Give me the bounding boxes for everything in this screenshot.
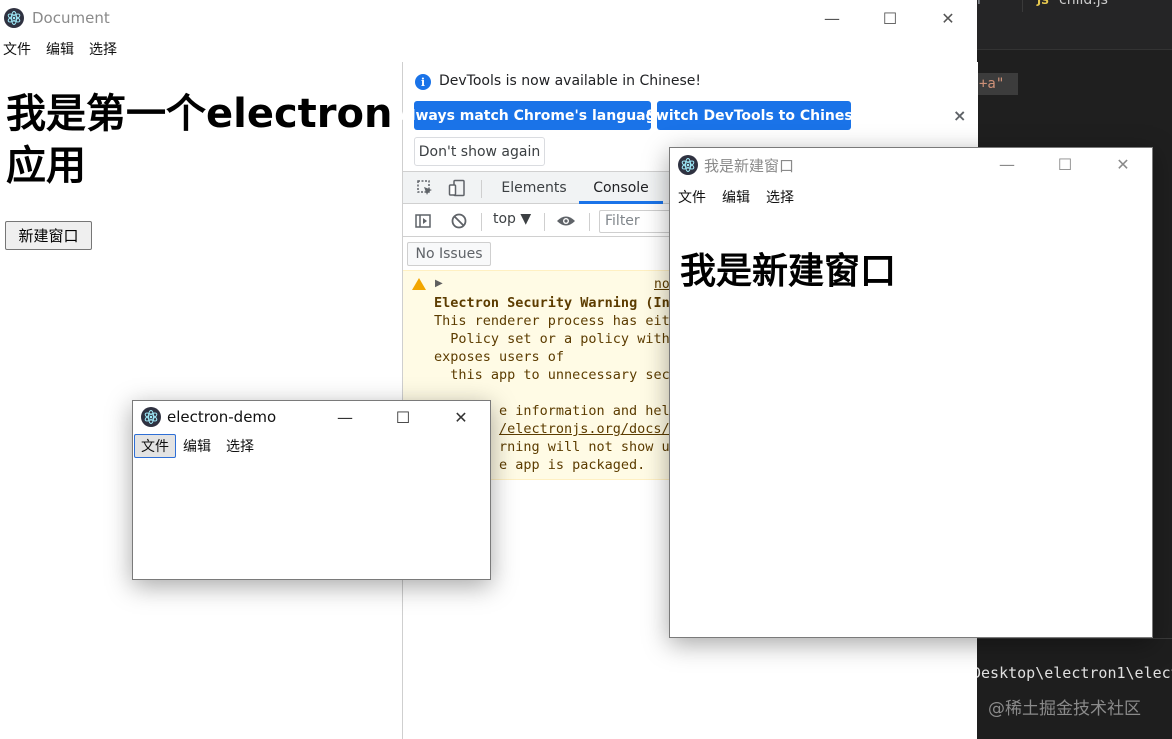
toolbar-divider xyxy=(589,213,590,231)
menu-edit[interactable]: 编辑 xyxy=(183,436,211,456)
issues-button[interactable]: No Issues xyxy=(407,242,491,266)
electron-app-icon xyxy=(678,155,698,175)
eye-icon[interactable] xyxy=(556,211,576,231)
toolbar-divider xyxy=(481,180,482,198)
close-button[interactable]: ✕ xyxy=(919,0,977,36)
child-page-heading: 我是新建窗口 xyxy=(680,251,897,292)
demo-window-title: electron-demo xyxy=(167,408,277,426)
editor-code-fragment: +a" xyxy=(977,73,1018,95)
editor-tab-child-js[interactable]: JS child.js xyxy=(1022,0,1172,12)
tab-console[interactable]: Console xyxy=(579,172,663,204)
tab-elements[interactable]: Elements xyxy=(491,172,577,204)
electron-app-icon xyxy=(4,8,24,28)
maximize-button[interactable]: ☐ xyxy=(1036,148,1094,180)
maximize-button[interactable]: ☐ xyxy=(861,0,919,36)
menu-edit[interactable]: 编辑 xyxy=(722,187,750,207)
electron-app-icon xyxy=(141,407,161,427)
banner-message: DevTools is now available in Chinese! xyxy=(439,73,701,89)
child-titlebar[interactable]: 我是新建窗口 — ☐ ✕ xyxy=(670,148,1152,182)
editor-tab-partial[interactable]: r xyxy=(977,0,1017,10)
close-button[interactable]: ✕ xyxy=(1094,148,1152,180)
main-menubar: 文件 编辑 选择 xyxy=(0,36,977,62)
page-heading: 我是第一个electron应用 xyxy=(6,91,393,189)
menu-file[interactable]: 文件 xyxy=(3,39,31,59)
menu-select[interactable]: 选择 xyxy=(766,187,794,207)
js-file-icon: JS xyxy=(1037,0,1050,7)
info-icon: i xyxy=(415,74,431,90)
menu-edit[interactable]: 编辑 xyxy=(46,39,74,59)
menu-file[interactable]: 文件 xyxy=(134,434,176,458)
warning-line: Policy set or a policy with xyxy=(434,331,670,347)
terminal-panel xyxy=(977,638,1172,739)
warning-line: exposes users of xyxy=(434,349,565,365)
minimize-button[interactable]: — xyxy=(316,401,374,433)
warning-title: Electron Security Warning (In xyxy=(434,295,670,311)
menu-select[interactable]: 选择 xyxy=(89,39,117,59)
close-button[interactable]: ✕ xyxy=(432,401,490,433)
electron-demo-window: electron-demo — ☐ ✕ 文件 编辑 选择 xyxy=(132,400,491,580)
watermark: @稀土掘金技术社区 xyxy=(988,699,1141,719)
menu-file[interactable]: 文件 xyxy=(678,187,706,207)
docs-link[interactable]: /electronjs.org/docs/t xyxy=(499,421,678,437)
editor-tab-label: child.js xyxy=(1059,0,1108,8)
minimize-button[interactable]: — xyxy=(978,148,1036,180)
demo-titlebar[interactable]: electron-demo — ☐ ✕ xyxy=(133,401,490,433)
menu-select[interactable]: 选择 xyxy=(226,436,254,456)
window-title: Document xyxy=(32,9,110,27)
warning-source-link[interactable]: no xyxy=(654,277,670,292)
main-window-controls: — ☐ ✕ xyxy=(803,0,977,36)
warning-line: This renderer process has eit xyxy=(434,313,670,329)
warning-line: this app to unnecessary sec xyxy=(434,367,670,383)
toolbar-divider xyxy=(544,213,545,231)
switch-to-chinese-button[interactable]: Switch DevTools to Chinese xyxy=(646,101,862,130)
new-window-button[interactable]: 新建窗口 xyxy=(5,221,92,250)
context-selector[interactable]: top ▼ xyxy=(493,211,531,227)
demo-menubar: 文件 编辑 选择 xyxy=(133,433,490,459)
dont-show-again-button[interactable]: Don't show again xyxy=(414,137,545,166)
warning-icon xyxy=(412,278,426,290)
clear-console-icon[interactable] xyxy=(449,211,469,231)
new-child-window: 我是新建窗口 — ☐ ✕ 文件 编辑 选择 我是新建窗口 xyxy=(669,147,1153,638)
child-window-controls: — ☐ ✕ xyxy=(978,148,1152,180)
maximize-button[interactable]: ☐ xyxy=(374,401,432,433)
child-window-title: 我是新建窗口 xyxy=(704,156,795,175)
minimize-button[interactable]: — xyxy=(803,0,861,36)
terminal-path-line: Desktop\electron1\electron- xyxy=(972,664,1172,682)
device-toolbar-icon[interactable] xyxy=(447,178,467,198)
child-menubar: 文件 编辑 选择 xyxy=(670,182,1152,212)
inspect-element-icon[interactable] xyxy=(415,178,435,198)
close-icon[interactable]: × xyxy=(953,106,966,125)
expand-arrow-icon[interactable]: ▶ xyxy=(435,278,443,289)
sidebar-toggle-icon[interactable] xyxy=(413,211,433,231)
always-match-language-button[interactable]: Always match Chrome's language xyxy=(400,101,665,130)
toolbar-divider xyxy=(481,213,482,231)
demo-window-controls: — ☐ ✕ xyxy=(316,401,490,433)
